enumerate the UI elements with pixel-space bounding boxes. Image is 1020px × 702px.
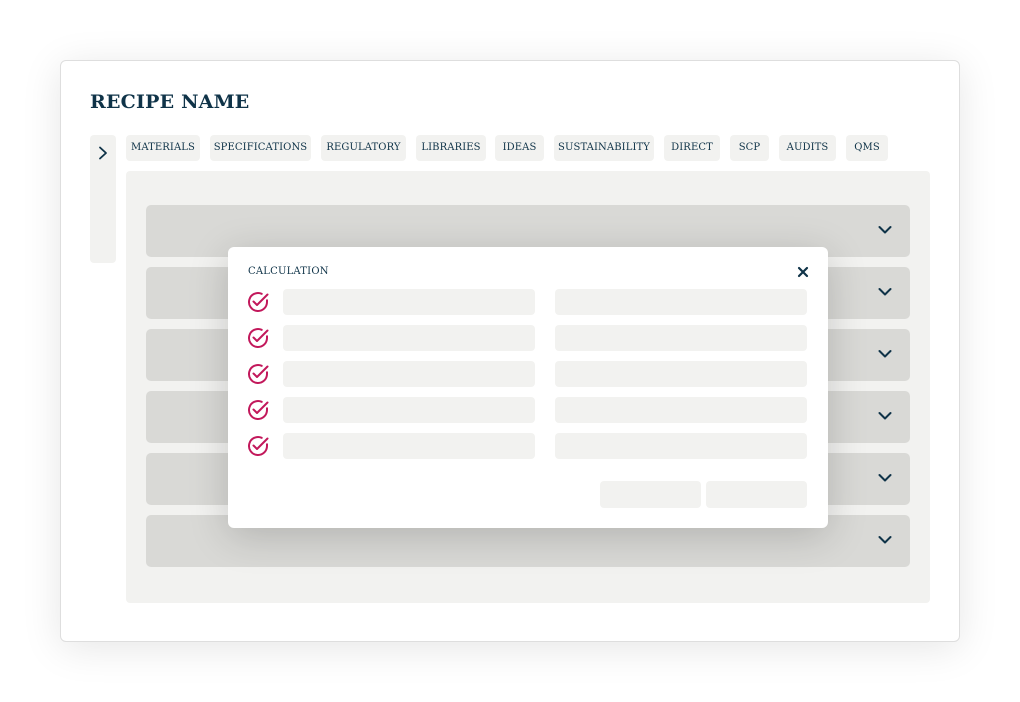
chevron-down-icon <box>878 226 892 234</box>
calculation-right-field[interactable] <box>555 433 807 459</box>
calculation-right-field[interactable] <box>555 325 807 351</box>
modal-close-button[interactable] <box>796 264 810 278</box>
recipe-card: RECIPE NAME MATERIALS SPECIFICATIONS REG… <box>60 60 960 642</box>
calculation-left-field[interactable] <box>283 433 535 459</box>
calculation-left-field[interactable] <box>283 397 535 423</box>
tab-specifications[interactable]: SPECIFICATIONS <box>210 135 311 161</box>
tab-ideas[interactable]: IDEAS <box>495 135 544 161</box>
calculation-right-field[interactable] <box>555 397 807 423</box>
calculation-row <box>246 397 810 423</box>
calculation-row <box>246 325 810 351</box>
tab-libraries[interactable]: LIBRARIES <box>416 135 486 161</box>
calculation-row <box>246 289 810 315</box>
chevron-right-icon <box>99 146 107 160</box>
tab-materials[interactable]: MATERIALS <box>126 135 200 161</box>
calculation-left-field[interactable] <box>283 325 535 351</box>
sidebar-expand-button[interactable] <box>90 135 116 263</box>
chevron-down-icon <box>878 288 892 296</box>
calculation-row <box>246 433 810 459</box>
calculation-left-field[interactable] <box>283 289 535 315</box>
tab-regulatory[interactable]: REGULATORY <box>321 135 406 161</box>
tab-scp[interactable]: SCP <box>730 135 769 161</box>
page-title: RECIPE NAME <box>90 91 250 113</box>
calculation-modal: CALCULATION <box>228 247 828 528</box>
check-circle-icon <box>248 292 269 312</box>
tab-qms[interactable]: QMS <box>846 135 888 161</box>
modal-title: CALCULATION <box>248 266 329 277</box>
calculation-row <box>246 361 810 387</box>
check-circle-icon <box>248 436 269 456</box>
check-circle-icon <box>248 364 269 384</box>
tab-sustainability[interactable]: SUSTAINABILITY <box>554 135 654 161</box>
calculation-left-field[interactable] <box>283 361 535 387</box>
calculation-right-field[interactable] <box>555 289 807 315</box>
close-icon <box>797 266 809 278</box>
chevron-down-icon <box>878 474 892 482</box>
modal-primary-button[interactable] <box>706 481 807 508</box>
calculation-right-field[interactable] <box>555 361 807 387</box>
modal-secondary-button[interactable] <box>600 481 701 508</box>
chevron-down-icon <box>878 412 892 420</box>
check-circle-icon <box>248 400 269 420</box>
tab-direct[interactable]: DIRECT <box>664 135 720 161</box>
chevron-down-icon <box>878 350 892 358</box>
chevron-down-icon <box>878 536 892 544</box>
check-circle-icon <box>248 328 269 348</box>
tab-audits[interactable]: AUDITS <box>779 135 836 161</box>
